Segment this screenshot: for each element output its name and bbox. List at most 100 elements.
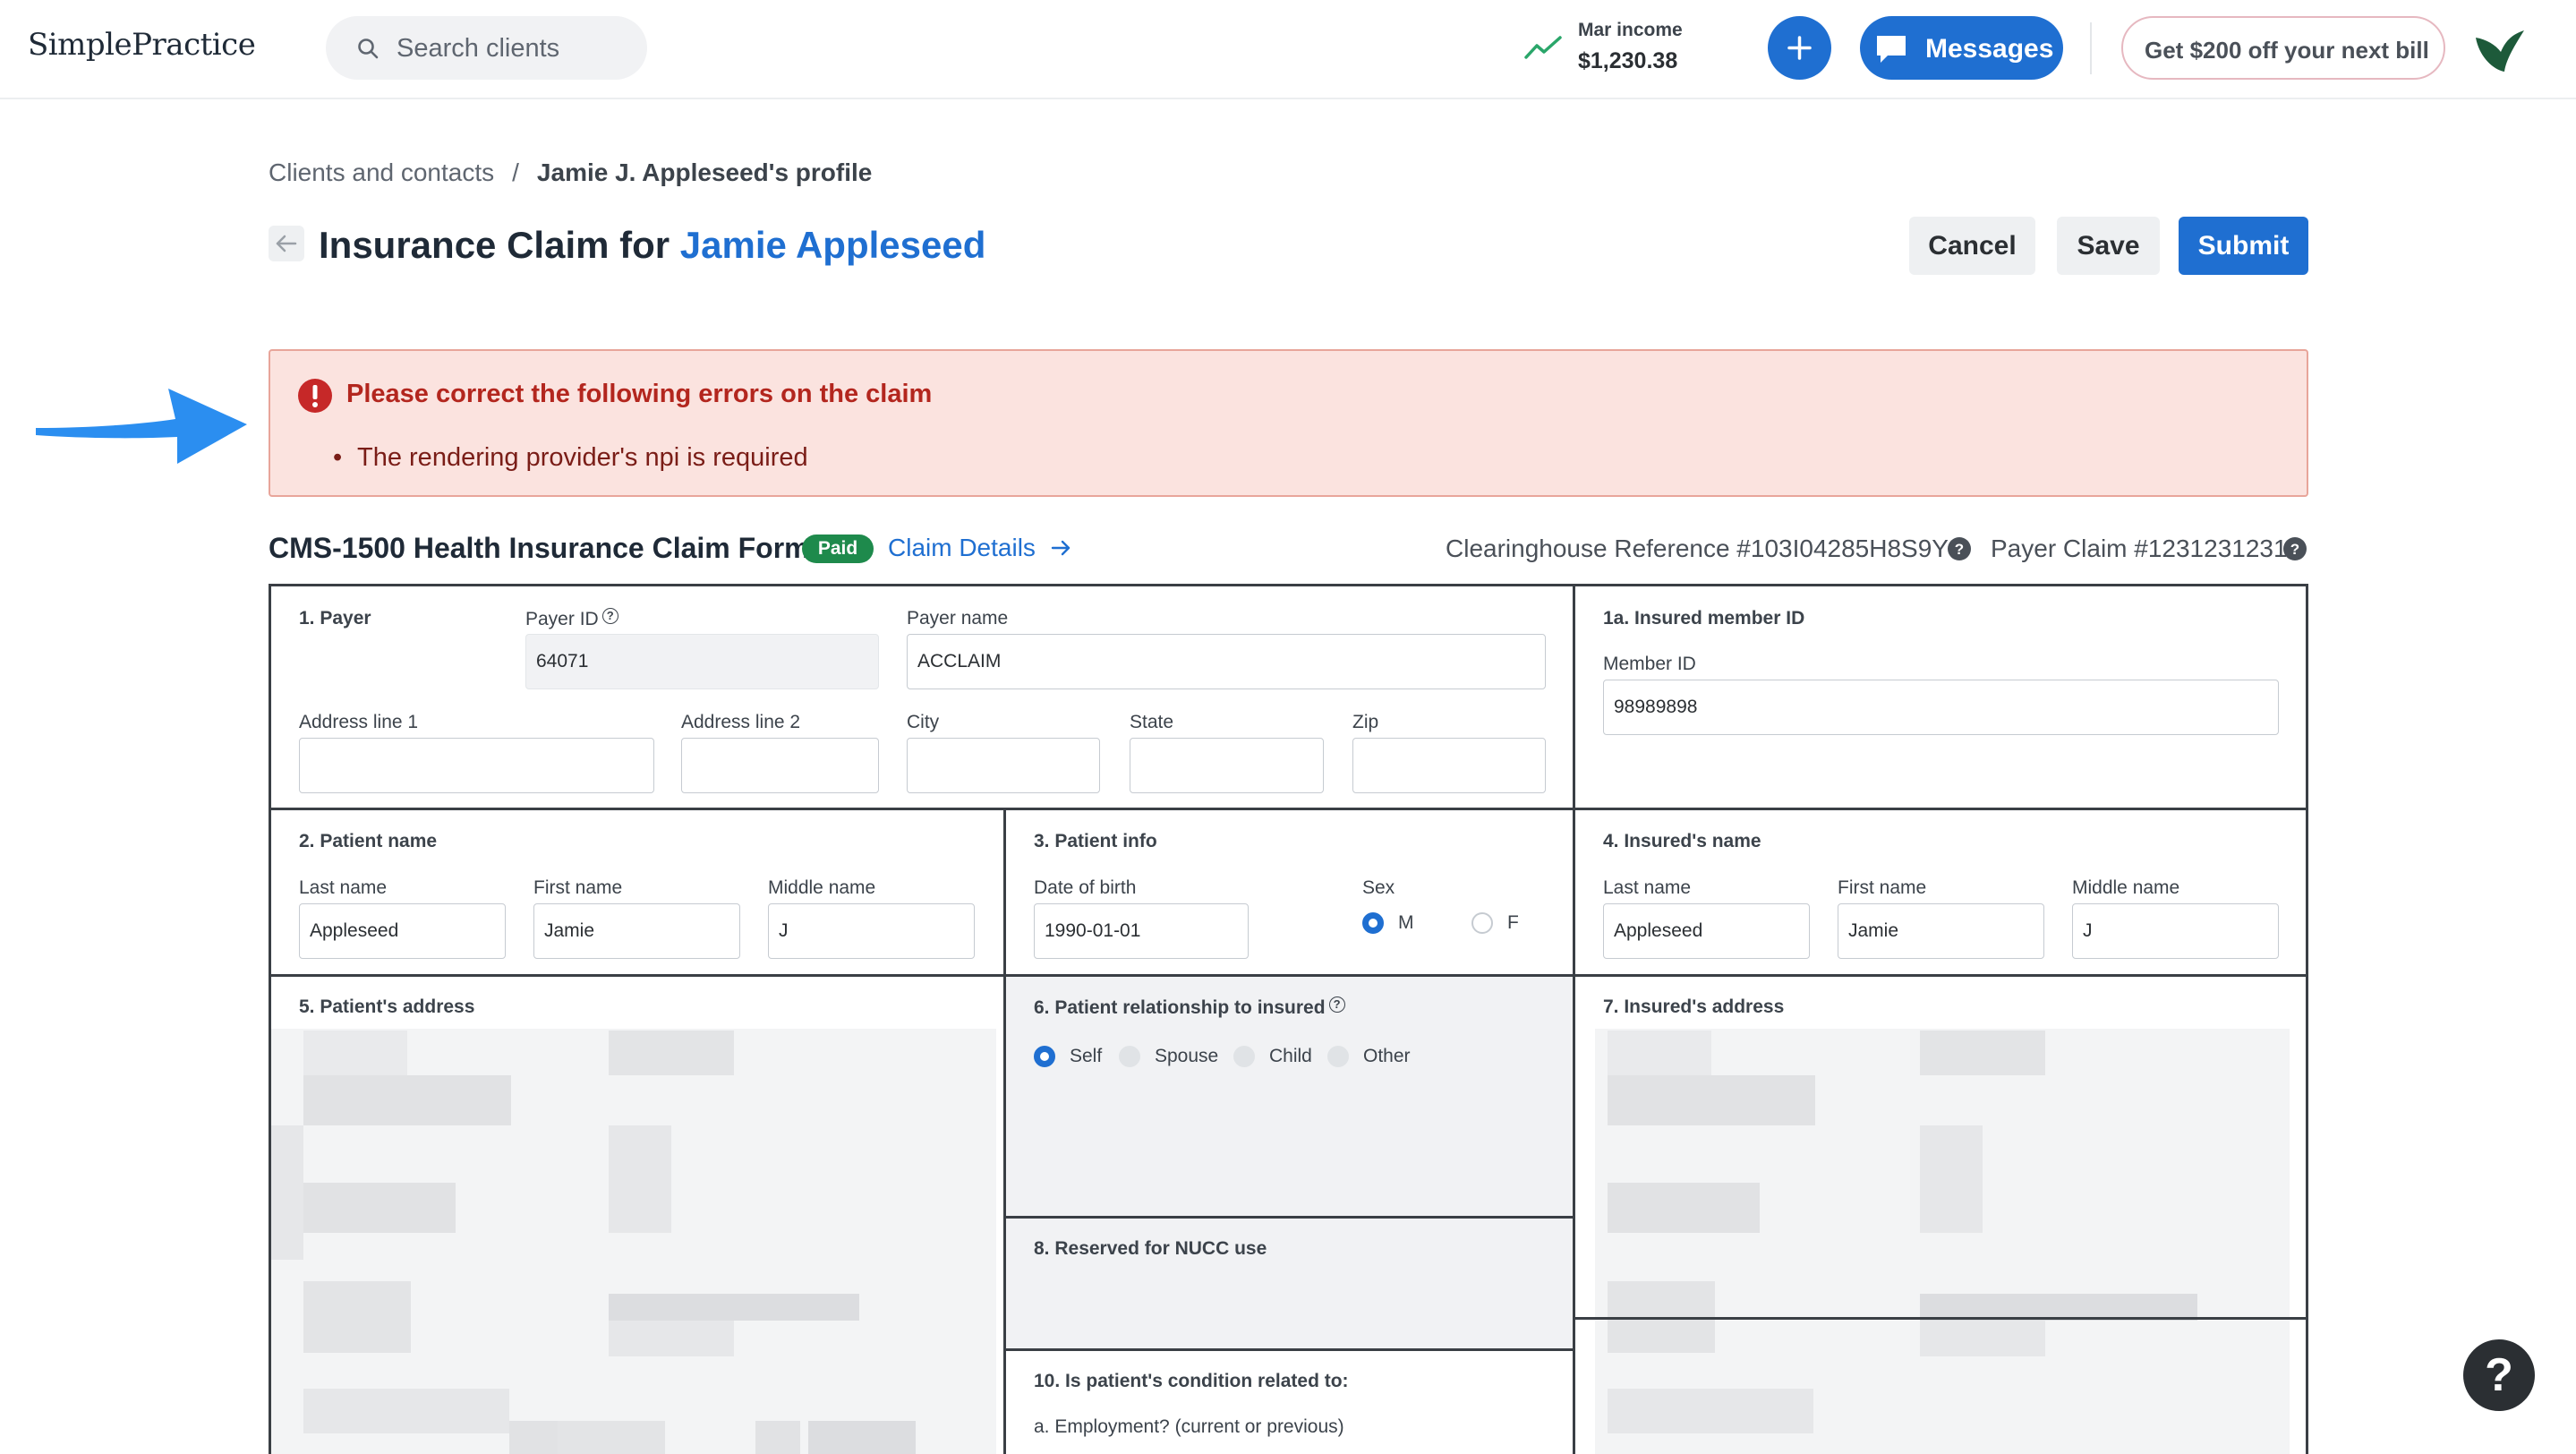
payer-section-title: 1. Payer [299, 608, 371, 629]
patient-last-name-field[interactable]: Appleseed [299, 903, 506, 959]
insured-name-section: 4. Insured's name Last name Appleseed Fi… [1575, 810, 2308, 977]
payer-id-label: Payer ID? [525, 608, 618, 630]
cms1500-form: 1. Payer Payer ID? 64071 Payer name ACCL… [269, 584, 2308, 1454]
help-button[interactable]: ? [2463, 1339, 2535, 1411]
save-button[interactable]: Save [2057, 217, 2160, 275]
address-line2-field[interactable] [681, 738, 879, 793]
payer-id-label-text: Payer ID [525, 609, 599, 629]
monthly-income-widget[interactable]: Mar income $1,230.38 [1578, 20, 1683, 74]
insured-first-name-field[interactable]: Jamie [1838, 903, 2044, 959]
insured-middle-name-field[interactable]: J [2072, 903, 2279, 959]
patient-first-name-field[interactable]: Jamie [533, 903, 740, 959]
form-title: CMS-1500 Health Insurance Claim Form [269, 532, 810, 564]
simplepractice-logo[interactable]: SimplePractice [28, 27, 256, 63]
search-icon [358, 38, 379, 59]
back-button[interactable] [269, 226, 304, 261]
insured-member-section-title: 1a. Insured member ID [1603, 608, 1805, 629]
zip-label: Zip [1352, 712, 1379, 732]
error-item: The rendering provider's npi is required [333, 443, 808, 473]
address-line1-label: Address line 1 [299, 712, 419, 732]
relationship-radio-child[interactable] [1233, 1046, 1255, 1067]
patient-address-section: 5. Patient's address [271, 977, 1006, 1454]
error-heading: Please correct the following errors on t… [346, 380, 933, 408]
annotation-arrow-icon [36, 389, 247, 464]
plus-icon [1787, 36, 1812, 60]
relationship-radio-other[interactable] [1327, 1046, 1349, 1067]
payer-section: 1. Payer Payer ID? 64071 Payer name ACCL… [271, 586, 1575, 810]
patient-last-name-label: Last name [299, 877, 388, 898]
dob-field[interactable]: 1990-01-01 [1034, 903, 1249, 959]
status-badge: Paid [802, 535, 874, 563]
create-new-button[interactable] [1768, 16, 1831, 80]
condition-related-section-title: 10. Is patient's condition related to: [1034, 1371, 1349, 1391]
relationship-section: 6. Patient relationship to insured? Self… [1006, 977, 1575, 1219]
insured-middle-name-label: Middle name [2072, 877, 2180, 898]
dob-label: Date of birth [1034, 877, 1137, 898]
relationship-radio-spouse[interactable] [1119, 1046, 1140, 1067]
insured-last-name-label: Last name [1603, 877, 1692, 898]
city-field[interactable] [907, 738, 1100, 793]
insured-last-name-field[interactable]: Appleseed [1603, 903, 1810, 959]
cancel-button[interactable]: Cancel [1909, 217, 2035, 275]
insured-name-section-title: 4. Insured's name [1603, 831, 1761, 851]
payer-name-label: Payer name [907, 608, 1009, 629]
patient-address-section-title: 5. Patient's address [299, 996, 475, 1017]
clearinghouse-help-icon[interactable]: ? [1947, 536, 1972, 561]
search-clients-input[interactable]: Search clients [326, 16, 647, 80]
insured-address-section-title: 7. Insured's address [1603, 996, 1785, 1017]
state-field[interactable] [1130, 738, 1324, 793]
income-value: $1,230.38 [1578, 48, 1678, 73]
member-id-label: Member ID [1603, 654, 1696, 674]
reserved-nucc-section: 8. Reserved for NUCC use [1006, 1219, 1575, 1351]
reserved-nucc-section-title: 8. Reserved for NUCC use [1034, 1238, 1267, 1259]
relationship-spouse-label: Spouse [1155, 1046, 1219, 1066]
state-label: State [1130, 712, 1174, 732]
patient-first-name-label: First name [533, 877, 623, 898]
user-avatar-icon[interactable] [2470, 21, 2526, 77]
patient-name-section-title: 2. Patient name [299, 831, 438, 851]
top-navigation-bar: SimplePractice Search clients Mar income… [0, 0, 2576, 99]
messages-button[interactable]: Messages [1860, 16, 2063, 80]
payer-id-field: 64071 [525, 634, 879, 689]
address-line1-field[interactable] [299, 738, 654, 793]
city-label: City [907, 712, 940, 732]
payer-id-help-icon[interactable]: ? [601, 608, 618, 624]
relationship-radio-self[interactable] [1034, 1046, 1055, 1067]
insured-first-name-label: First name [1838, 877, 1927, 898]
relationship-child-label: Child [1269, 1046, 1312, 1066]
relationship-help-icon[interactable]: ? [1328, 996, 1345, 1013]
payer-claim-help-icon[interactable]: ? [2282, 536, 2307, 561]
client-name-link[interactable]: Jamie Appleseed [680, 224, 986, 266]
payer-claim-number: Payer Claim #1231231231 [1991, 535, 2288, 562]
relationship-self-label: Self [1070, 1046, 1103, 1066]
trend-up-icon [1524, 36, 1562, 59]
payer-name-field[interactable]: ACCLAIM [907, 634, 1546, 689]
arrow-right-icon [1051, 540, 1070, 556]
employment-label: a. Employment? (current or previous) [1034, 1416, 1344, 1437]
sex-radio-f[interactable] [1471, 912, 1493, 934]
search-placeholder: Search clients [397, 34, 560, 63]
breadcrumb: Clients and contacts / Jamie J. Appleseed'… [269, 158, 872, 187]
relationship-section-title-text: 6. Patient relationship to insured [1034, 997, 1326, 1018]
patient-info-section-title: 3. Patient info [1034, 831, 1157, 851]
header-divider [2090, 22, 2092, 74]
patient-middle-name-field[interactable]: J [768, 903, 975, 959]
breadcrumb-clients-link[interactable]: Clients and contacts [269, 158, 494, 186]
submit-button[interactable]: Submit [2179, 217, 2308, 275]
income-label: Mar income [1578, 20, 1683, 40]
promo-label: Get $200 off your next bill [2145, 37, 2429, 64]
zip-field[interactable] [1352, 738, 1546, 793]
claim-details-link[interactable]: Claim Details [888, 534, 1073, 562]
address-line2-label: Address line 2 [681, 712, 801, 732]
member-id-field[interactable]: 98989898 [1603, 680, 2279, 735]
sex-radio-m[interactable] [1362, 912, 1384, 934]
svg-text:?: ? [2290, 541, 2299, 558]
insured-member-id-section: 1a. Insured member ID Member ID 98989898 [1575, 586, 2308, 810]
claim-details-label: Claim Details [888, 534, 1036, 561]
breadcrumb-profile-link[interactable]: Jamie J. Appleseed's profile [537, 158, 872, 186]
page-title-prefix: Insurance Claim for [319, 224, 670, 266]
referral-promo-button[interactable]: Get $200 off your next bill [2121, 16, 2445, 80]
chat-bubble-icon [1877, 36, 1906, 63]
error-alert: Please correct the following errors on t… [269, 349, 2308, 497]
messages-label: Messages [1925, 34, 2054, 64]
